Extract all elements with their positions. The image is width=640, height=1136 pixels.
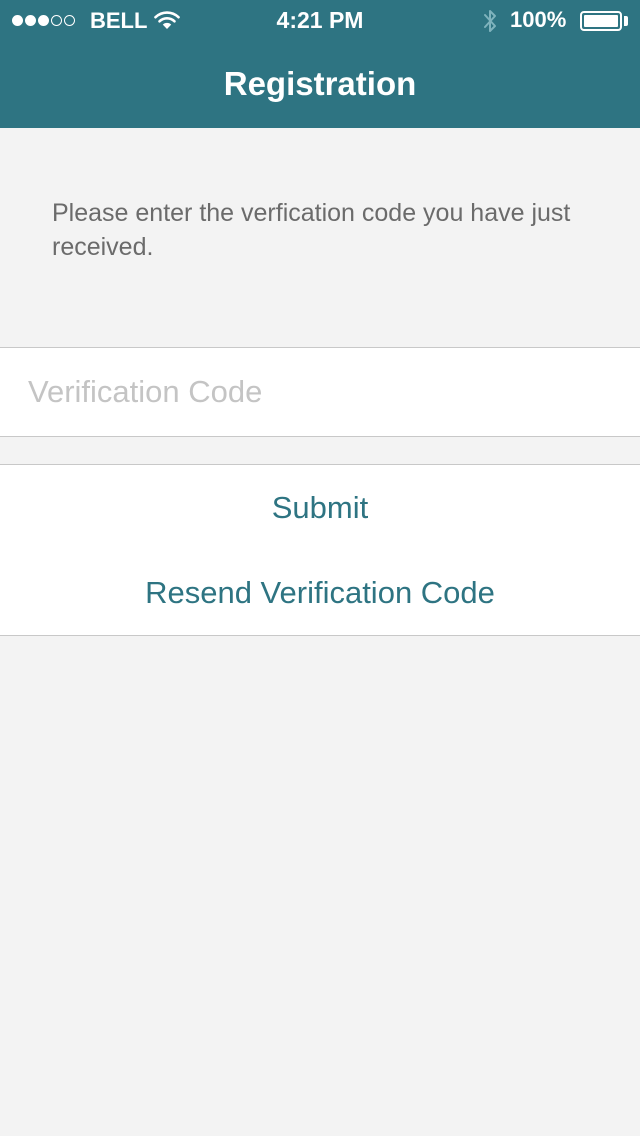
- resend-verification-code-button[interactable]: Resend Verification Code: [0, 550, 640, 636]
- verification-code-row: [0, 347, 640, 437]
- verification-code-input[interactable]: [28, 348, 618, 436]
- battery-percentage: 100%: [510, 7, 567, 32]
- battery-icon: [580, 11, 622, 31]
- battery-tip: [624, 16, 628, 26]
- bluetooth-icon: [484, 10, 496, 32]
- submit-button[interactable]: Submit: [0, 464, 640, 551]
- app-header: BELL 4:21 PM 100% Registration: [0, 0, 640, 128]
- battery-level: [584, 15, 618, 27]
- page-title: Registration: [223, 65, 417, 102]
- instruction-text: Please enter the verfication code you ha…: [52, 199, 571, 261]
- status-bar: BELL 4:21 PM 100%: [0, 0, 640, 40]
